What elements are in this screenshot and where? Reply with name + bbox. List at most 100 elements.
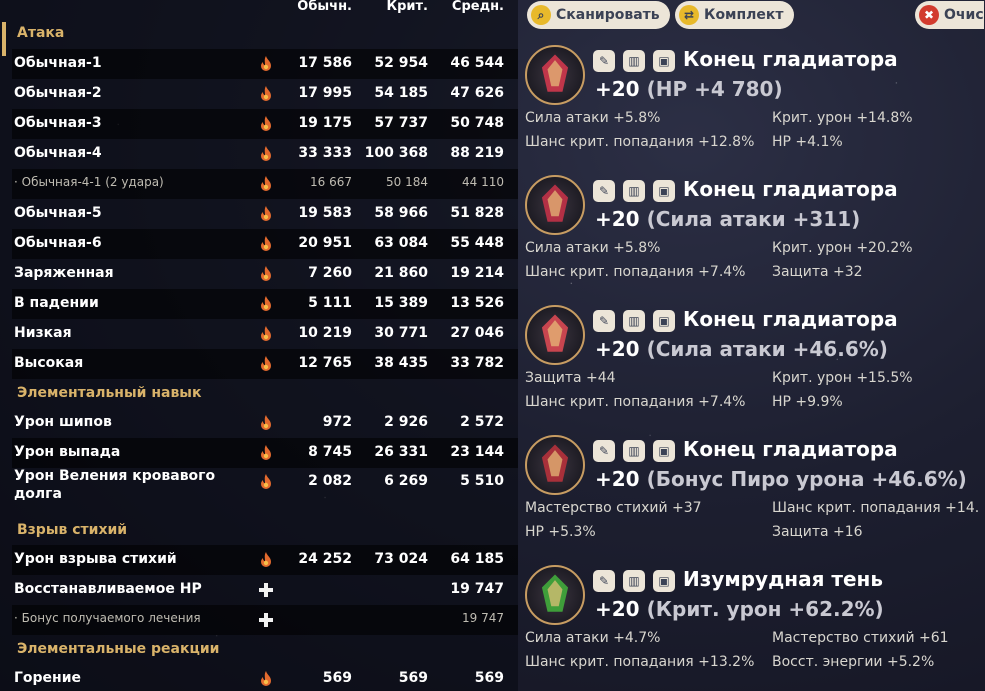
value-avg: 5 510 [460, 473, 504, 489]
value-crit: 6 269 [384, 473, 428, 489]
substat: Мастерство стихий +37 [525, 500, 702, 516]
swap-icon: ⇄ [679, 5, 699, 25]
scan-button[interactable]: ⌕ Сканировать [527, 1, 670, 29]
heal-icon [257, 581, 275, 599]
value-crit: 38 435 [374, 355, 428, 371]
value-crit: 15 389 [374, 295, 428, 311]
substat: HP +4.1% [772, 134, 843, 150]
artifact-card: ✎ ▥ ▣ Конец гладиатора +20 (HP +4 780) Сила а… [525, 45, 985, 170]
value-avg: 47 626 [450, 85, 504, 101]
table-row: Восстанавливаемое HP 19 747 [12, 575, 518, 605]
artifact-level: +20 [595, 467, 640, 491]
artifact-image[interactable] [525, 565, 585, 625]
value-avg: 64 185 [450, 551, 504, 567]
trash-icon: ▥ [628, 184, 640, 198]
trash-icon: ▥ [628, 574, 640, 588]
edit-button[interactable]: ✎ [593, 50, 615, 72]
table-row: Урон взрыва стихий 24 252 73 024 64 185 [12, 545, 518, 575]
value-crit: 54 185 [374, 85, 428, 101]
value-crit: 50 184 [386, 175, 428, 189]
main-stat-value: (Бонус Пиро урона +46.6%) [646, 467, 967, 491]
artifact-main-stat: +20 (Сила атаки +311) [595, 207, 860, 231]
table-row: Урон шипов 972 2 926 2 572 [12, 408, 518, 438]
value-crit: 52 954 [374, 55, 428, 71]
value-avg: 51 828 [450, 205, 504, 221]
value-normal: 19 583 [298, 205, 352, 221]
clear-button[interactable]: ✖ Очис [915, 1, 984, 29]
artifact-image[interactable] [525, 305, 585, 365]
row-label: Горение [14, 670, 82, 686]
substat: Защита +32 [772, 264, 863, 280]
trash-icon: ▥ [628, 444, 640, 458]
lock-button[interactable]: ▣ [653, 570, 675, 592]
value-avg: 23 144 [450, 444, 504, 460]
pyro-icon [257, 85, 275, 103]
edit-button[interactable]: ✎ [593, 440, 615, 462]
pyro-icon [257, 175, 275, 193]
col-header-normal: Обычн. [297, 0, 352, 14]
value-crit: 26 331 [374, 444, 428, 460]
value-avg: 27 046 [450, 325, 504, 341]
artifact-name: Конец гладиатора [683, 307, 898, 331]
row-label: Урон взрыва стихий [14, 551, 177, 567]
pyro-icon [257, 444, 275, 462]
artifact-name: Изумрудная тень [683, 567, 883, 591]
lock-icon: ▣ [658, 184, 670, 198]
row-label: Урон шипов [14, 414, 112, 430]
set-button[interactable]: ⇄ Комплект [675, 1, 794, 29]
artifact-image[interactable] [525, 175, 585, 235]
lock-icon: ▣ [658, 54, 670, 68]
delete-button[interactable]: ▥ [623, 310, 645, 332]
substat: Восст. энергии +5.2% [772, 654, 935, 670]
pyro-icon [257, 670, 275, 688]
value-normal: 2 082 [308, 473, 352, 489]
value-normal: 10 219 [298, 325, 352, 341]
artifact-image[interactable] [525, 435, 585, 495]
value-normal: 24 252 [298, 551, 352, 567]
substat: Сила атаки +5.8% [525, 110, 661, 126]
value-avg: 13 526 [450, 295, 504, 311]
substat: Сила атаки +4.7% [525, 630, 661, 646]
pencil-icon: ✎ [598, 54, 610, 68]
substat: Шанс крит. попадания +13.2% [525, 654, 755, 670]
pyro-icon [257, 355, 275, 373]
delete-button[interactable]: ▥ [623, 440, 645, 462]
pyro-icon [257, 325, 275, 343]
row-label: Обычная-4 [14, 145, 102, 161]
table-row: · Обычная-4-1 (2 удара) 16 667 50 184 44 11… [12, 169, 518, 199]
artifact-card: ✎ ▥ ▣ Конец гладиатора +20 (Бонус Пиро урона… [525, 435, 985, 560]
edit-button[interactable]: ✎ [593, 570, 615, 592]
delete-button[interactable]: ▥ [623, 570, 645, 592]
table-row: Обычная-5 19 583 58 966 51 828 [12, 199, 518, 229]
value-normal: 16 667 [310, 175, 352, 189]
scan-label: Сканировать [556, 7, 660, 23]
artifact-card: ✎ ▥ ▣ Конец гладиатора +20 (Сила атаки +311)… [525, 175, 985, 300]
lock-button[interactable]: ▣ [653, 440, 675, 462]
lock-button[interactable]: ▣ [653, 310, 675, 332]
damage-table-panel: Обычн. Крит. Средн. Атака Элементальный … [0, 0, 518, 691]
col-header-crit: Крит. [386, 0, 428, 14]
artifact-image[interactable] [525, 45, 585, 105]
row-label: Обычная-1 [14, 55, 102, 71]
substat: Шанс крит. попадания +7.4% [525, 264, 746, 280]
edit-button[interactable]: ✎ [593, 180, 615, 202]
row-label: Восстанавливаемое HP [14, 581, 202, 597]
table-row: Обычная-1 17 586 52 954 46 544 [12, 49, 518, 79]
value-normal: 12 765 [298, 355, 352, 371]
edit-button[interactable]: ✎ [593, 310, 615, 332]
lock-button[interactable]: ▣ [653, 50, 675, 72]
artifact-name: Конец гладиатора [683, 437, 898, 461]
pyro-icon [257, 414, 275, 432]
value-crit: 2 926 [384, 414, 428, 430]
main-stat-value: (Сила атаки +311) [646, 207, 861, 231]
lock-button[interactable]: ▣ [653, 180, 675, 202]
trash-icon: ▥ [628, 54, 640, 68]
main-stat-value: (Сила атаки +46.6%) [646, 337, 888, 361]
table-row: Обычная-3 19 175 57 737 50 748 [12, 109, 518, 139]
table-row: Высокая 12 765 38 435 33 782 [12, 349, 518, 379]
table-row: Обычная-2 17 995 54 185 47 626 [12, 79, 518, 109]
substat: Защита +16 [772, 524, 863, 540]
delete-button[interactable]: ▥ [623, 180, 645, 202]
artifact-main-stat: +20 (Крит. урон +62.2%) [595, 597, 884, 621]
delete-button[interactable]: ▥ [623, 50, 645, 72]
